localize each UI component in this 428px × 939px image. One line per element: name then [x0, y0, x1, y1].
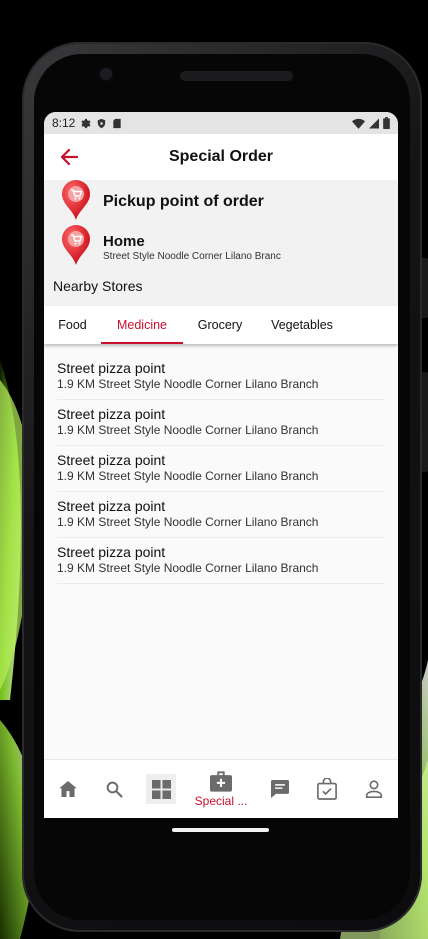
status-bar: 8:12 — [44, 112, 398, 134]
store-name: Street pizza point — [57, 360, 166, 376]
chat-icon — [271, 780, 289, 798]
app-screen: 8:12 Special Order Pickup point of order… — [44, 112, 398, 818]
list-item[interactable]: Street pizza point 1.9 KM Street Style N… — [57, 400, 385, 446]
home-address: Street Style Noodle Corner Lilano Branc — [103, 251, 281, 262]
tab-food[interactable]: Food — [44, 306, 101, 344]
store-detail: 1.9 KM Street Style Noodle Corner Lilano… — [57, 561, 319, 575]
wifi-icon — [352, 118, 365, 129]
special-order-icon — [210, 770, 232, 792]
store-detail: 1.9 KM Street Style Noodle Corner Lilano… — [57, 423, 319, 437]
store-detail: 1.9 KM Street Style Noodle Corner Lilano… — [57, 469, 319, 483]
earpiece-speaker — [180, 71, 293, 81]
status-time: 8:12 — [52, 116, 76, 130]
store-name: Street pizza point — [57, 406, 166, 422]
front-camera — [100, 68, 112, 80]
tab-medicine[interactable]: Medicine — [101, 306, 183, 344]
tab-label: Grocery — [197, 318, 243, 332]
list-item[interactable]: Street pizza point 1.9 KM Street Style N… — [57, 492, 385, 538]
store-name: Street pizza point — [57, 544, 166, 560]
tab-label: Vegetables — [271, 318, 333, 332]
store-detail: 1.9 KM Street Style Noodle Corner Lilano… — [57, 515, 319, 529]
app-bar: Special Order — [44, 134, 398, 180]
nav-orders[interactable] — [305, 760, 349, 818]
grid-highlight — [146, 774, 176, 804]
nearby-stores-label: Nearby Stores — [44, 266, 398, 306]
pickup-title: Pickup point of order — [103, 193, 264, 210]
home-address-block[interactable]: Home Street Style Noodle Corner Lilano B… — [103, 233, 281, 262]
arrow-left-icon — [60, 149, 78, 165]
home-pin-icon — [62, 225, 90, 265]
profile-icon — [365, 780, 383, 798]
nav-profile[interactable] — [352, 760, 396, 818]
battery-icon — [383, 117, 390, 129]
home-icon — [59, 781, 77, 797]
tab-label: Medicine — [116, 318, 168, 332]
category-tabs: Food Medicine Grocery Vegetables — [44, 306, 398, 344]
gear-icon — [81, 118, 91, 128]
nav-home[interactable] — [46, 760, 90, 818]
tab-vegetables[interactable]: Vegetables — [257, 306, 347, 344]
volume-button — [421, 258, 428, 318]
search-icon — [106, 781, 123, 798]
nav-chat[interactable] — [258, 760, 302, 818]
signal-icon — [369, 118, 379, 128]
power-button — [421, 372, 428, 472]
list-item[interactable]: Street pizza point 1.9 KM Street Style N… — [57, 354, 385, 400]
list-item[interactable]: Street pizza point 1.9 KM Street Style N… — [57, 446, 385, 492]
store-list: Street pizza point 1.9 KM Street Style N… — [44, 344, 398, 584]
bag-check-icon — [317, 778, 337, 800]
home-title: Home — [103, 233, 145, 250]
tab-label: Food — [58, 318, 87, 332]
play-protect-icon — [98, 118, 106, 128]
grid-icon — [151, 779, 171, 799]
tab-grocery[interactable]: Grocery — [183, 306, 257, 344]
list-item[interactable]: Street pizza point 1.9 KM Street Style N… — [57, 538, 385, 584]
store-name: Street pizza point — [57, 452, 166, 468]
page-title: Special Order — [168, 148, 274, 165]
pickup-section: Pickup point of order Home Street Style … — [44, 180, 398, 266]
gesture-home-bar[interactable] — [172, 828, 269, 832]
store-name: Street pizza point — [57, 498, 166, 514]
store-detail: 1.9 KM Street Style Noodle Corner Lilano… — [57, 377, 319, 391]
nav-search[interactable] — [92, 760, 136, 818]
sd-card-icon — [113, 118, 122, 128]
bottom-navigation: Special ... — [44, 759, 398, 818]
nav-special-order[interactable]: Special ... — [187, 760, 255, 818]
special-order-label: Special ... — [194, 793, 248, 808]
back-button[interactable] — [58, 146, 80, 168]
nav-grid[interactable] — [139, 760, 183, 818]
pickup-pin-icon — [62, 180, 90, 220]
